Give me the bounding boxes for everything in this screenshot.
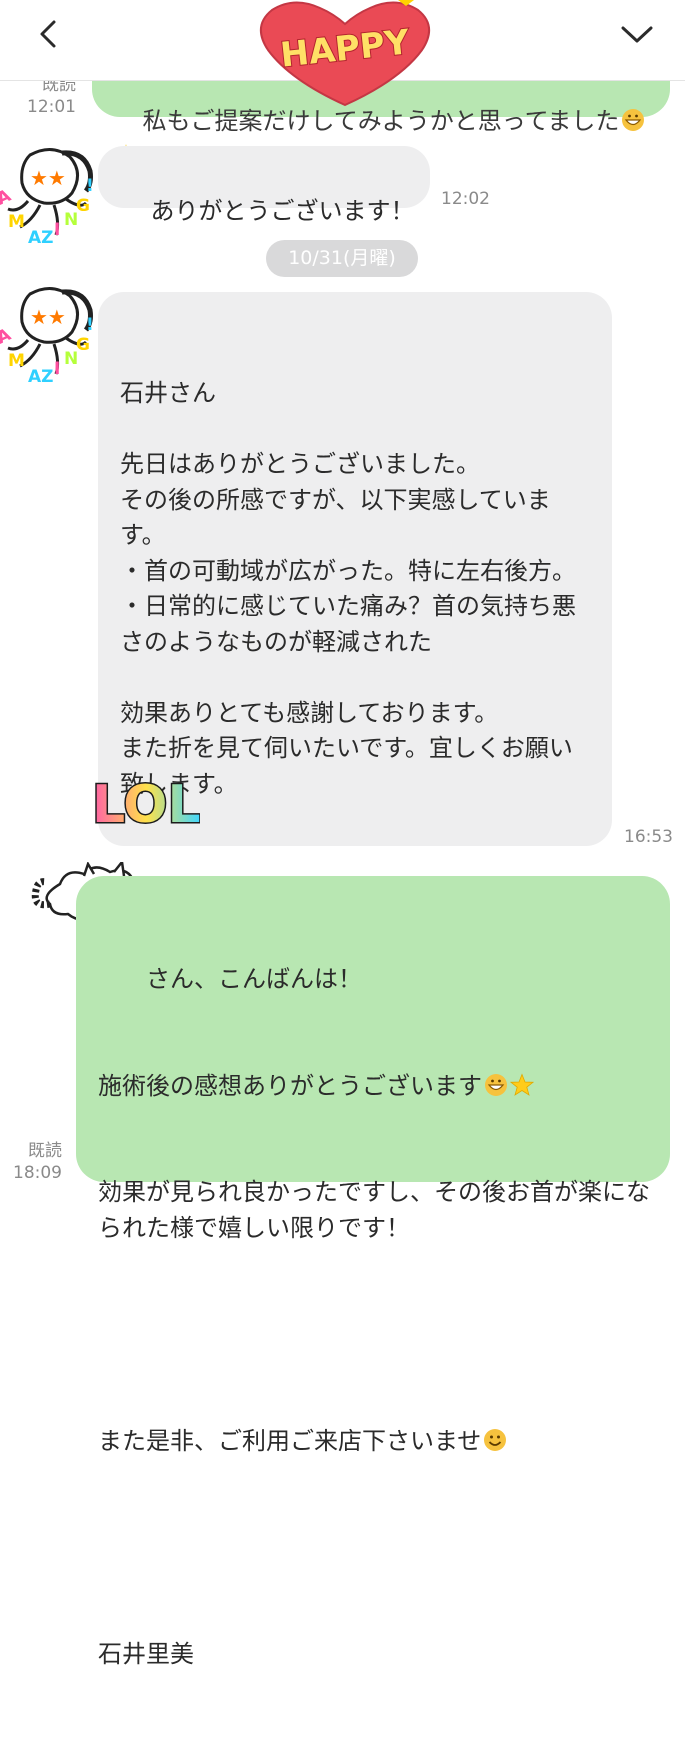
svg-text:G: G xyxy=(76,335,90,355)
svg-text:I: I xyxy=(54,359,60,379)
svg-text:AZ: AZ xyxy=(28,228,53,248)
smiley-face-icon xyxy=(484,1428,507,1451)
message-time: 18:09 xyxy=(13,1163,62,1183)
svg-text:A: A xyxy=(0,185,15,209)
svg-text:AZ: AZ xyxy=(28,367,53,387)
amazing-sticker-avatar[interactable]: ★★ A M AZ I N G ! xyxy=(0,143,104,253)
message-line: 施術後の感想ありがとうございます xyxy=(98,1071,482,1100)
message-list[interactable]: 私もご提案だけしてみようかと思ってました 既読 12:01 ★★ A M AZ … xyxy=(0,0,685,1668)
message-line: さん、こんばんは！ xyxy=(146,965,362,993)
message-line-with-emoji: 施術後の感想ありがとうございます xyxy=(98,1069,650,1105)
message-text: 石井さん 先日はありがとうございました。 その後の所感ですが、以下実感しています… xyxy=(120,379,576,798)
grinning-face-icon xyxy=(485,1073,507,1096)
svg-text:!: ! xyxy=(86,315,94,335)
lol-sticker-text: LOL xyxy=(92,775,200,832)
chevron-left-icon[interactable] xyxy=(30,14,70,54)
incoming-message-bubble[interactable]: ありがとうございます！ xyxy=(98,146,430,225)
svg-text:G: G xyxy=(76,196,90,216)
amazing-sticker-avatar[interactable]: ★★ A M AZ I N G ! xyxy=(0,282,104,392)
signature: 石井里美 xyxy=(98,1639,194,1668)
message-time: 16:53 xyxy=(624,827,673,847)
svg-text:I: I xyxy=(54,220,60,240)
message-text: ありがとうございます！ xyxy=(150,196,415,225)
svg-text:M: M xyxy=(8,212,25,232)
outgoing-message-bubble[interactable]: さん、こんばんは！ 施術後の感想ありがとうございます 効果が見られ良かったですし… xyxy=(76,876,670,1668)
message-line: また是非、ご利用ご来店下さいませ xyxy=(98,1426,482,1455)
svg-text:★★: ★★ xyxy=(30,166,66,190)
message-text: 私もご提案だけしてみようかと思ってました xyxy=(142,106,620,135)
incoming-message-bubble[interactable]: 石井さん 先日はありがとうございました。 その後の所感ですが、以下実感しています… xyxy=(98,292,612,846)
message-meta: 既読 18:09 xyxy=(10,1140,62,1184)
svg-text:M: M xyxy=(8,351,25,371)
grinning-face-icon xyxy=(622,108,645,131)
svg-text:A: A xyxy=(0,324,15,348)
star-icon xyxy=(510,1072,534,1096)
svg-text:!: ! xyxy=(86,176,94,196)
svg-text:★★: ★★ xyxy=(30,305,66,329)
lol-sticker: LOL xyxy=(91,774,201,833)
message-time: 12:01 xyxy=(27,97,76,117)
read-receipt: 既読 xyxy=(28,1141,62,1161)
date-separator: 10/31(月曜) xyxy=(266,240,418,277)
message-line-with-emoji: また是非、ご利用ご来店下さいませ xyxy=(98,1424,650,1460)
happy-heart-sticker: HAPPY xyxy=(260,0,430,107)
chevron-down-icon[interactable] xyxy=(617,14,657,54)
message-time: 12:02 xyxy=(441,189,490,209)
message-line: 効果が見られ良かったですし、その後お首が楽になられた様で嬉しい限りです！ xyxy=(98,1178,650,1242)
